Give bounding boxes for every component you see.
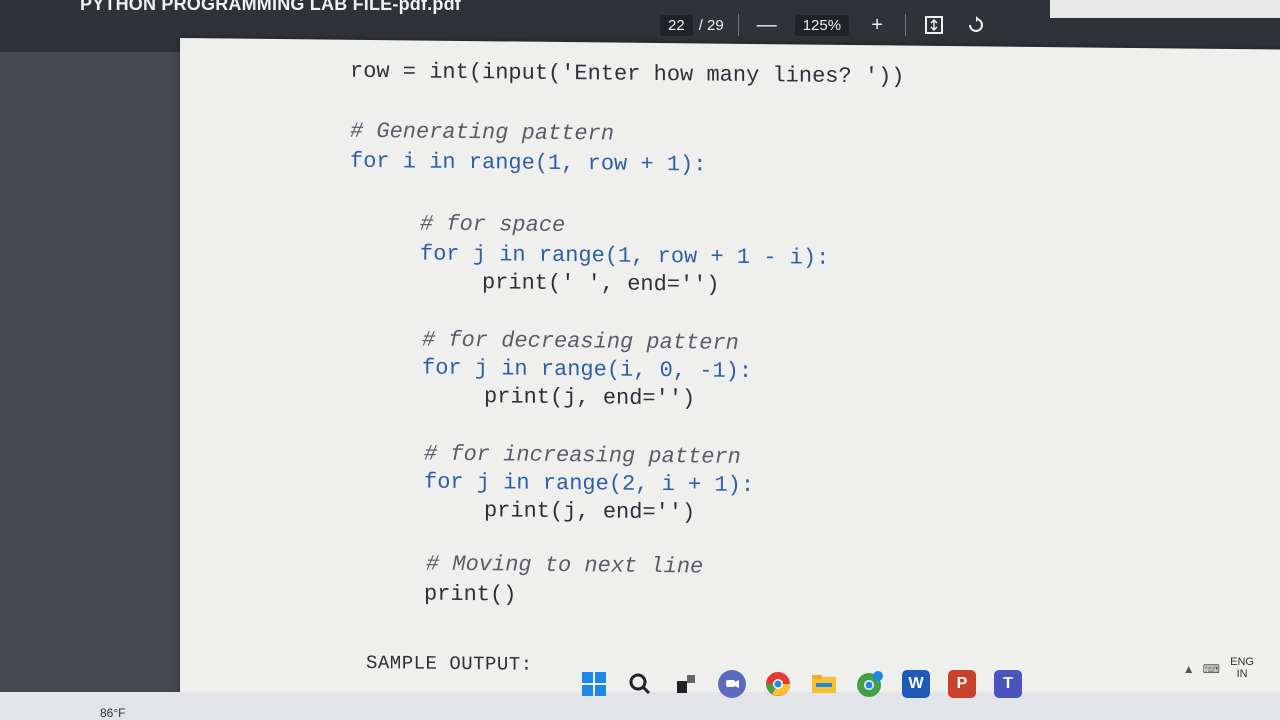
windows-taskbar: 86°F W P T ▲ ⌨ ENG IN bbox=[0, 656, 1280, 720]
sample-output-heading: SAMPLE OUTPUT: bbox=[366, 651, 533, 676]
zoom-level[interactable]: 125% bbox=[794, 14, 850, 36]
code-comment: # Moving to next line bbox=[426, 551, 704, 580]
code-line: for j in range(1, row + 1 - i): bbox=[420, 241, 830, 271]
toolbar-divider bbox=[737, 14, 739, 36]
pdf-page: row = int(input('Enter how many lines? '… bbox=[180, 38, 1280, 710]
file-explorer-icon[interactable] bbox=[810, 670, 838, 698]
chevron-up-icon[interactable]: ▲ bbox=[1183, 662, 1195, 676]
lang-top: ENG bbox=[1230, 656, 1254, 668]
zoom-in-button[interactable]: + bbox=[863, 12, 891, 38]
code-comment: # for space bbox=[420, 211, 566, 239]
start-icon[interactable] bbox=[580, 670, 608, 698]
keyboard-icon[interactable]: ⌨ bbox=[1203, 662, 1220, 676]
viewer-background-left bbox=[0, 52, 180, 692]
code-comment: # for decreasing pattern bbox=[422, 327, 739, 356]
pdf-toolbar: 22 / 29 — 125% + bbox=[660, 10, 990, 40]
teams-chat-icon[interactable] bbox=[718, 670, 746, 698]
code-comment: # Generating pattern bbox=[350, 118, 615, 147]
lang-bottom: IN bbox=[1236, 668, 1248, 680]
powerpoint-icon[interactable]: P bbox=[948, 670, 976, 698]
code-line: for j in range(2, i + 1): bbox=[424, 469, 755, 499]
word-icon[interactable]: W bbox=[902, 670, 930, 698]
zoom-out-button[interactable]: — bbox=[753, 12, 781, 38]
code-comment: # for increasing pattern bbox=[424, 441, 741, 470]
code-line: print(j, end='') bbox=[484, 498, 696, 526]
chrome-profile-icon[interactable] bbox=[856, 670, 884, 698]
rotate-icon[interactable] bbox=[962, 12, 990, 38]
toolbar-divider bbox=[905, 14, 907, 36]
search-icon[interactable] bbox=[626, 670, 654, 698]
current-page-input[interactable]: 22 bbox=[660, 14, 693, 36]
window-corner bbox=[1050, 0, 1280, 18]
fit-page-icon[interactable] bbox=[920, 12, 948, 38]
page-indicator: 22 / 29 bbox=[660, 14, 724, 36]
code-line: row = int(input('Enter how many lines? '… bbox=[350, 58, 905, 90]
total-pages: / 29 bbox=[698, 16, 724, 34]
code-line: print() bbox=[424, 581, 517, 608]
language-indicator[interactable]: ENG IN bbox=[1230, 656, 1254, 680]
code-line: print(j, end='') bbox=[484, 384, 696, 412]
weather-widget[interactable]: 86°F bbox=[100, 706, 125, 720]
code-line: for i in range(1, row + 1): bbox=[350, 148, 707, 178]
taskbar-apps: W P T bbox=[580, 670, 1022, 698]
code-line: for j in range(i, 0, -1): bbox=[422, 355, 753, 384]
document-title: PYTHON PROGRAMMING LAB FILE-pdf.pdf bbox=[80, 0, 461, 14]
chrome-icon[interactable] bbox=[764, 670, 792, 698]
code-line: print(' ', end='') bbox=[482, 270, 720, 298]
teams-icon[interactable]: T bbox=[994, 670, 1022, 698]
system-tray: ▲ ⌨ bbox=[1183, 662, 1220, 676]
task-view-icon[interactable] bbox=[672, 670, 700, 698]
